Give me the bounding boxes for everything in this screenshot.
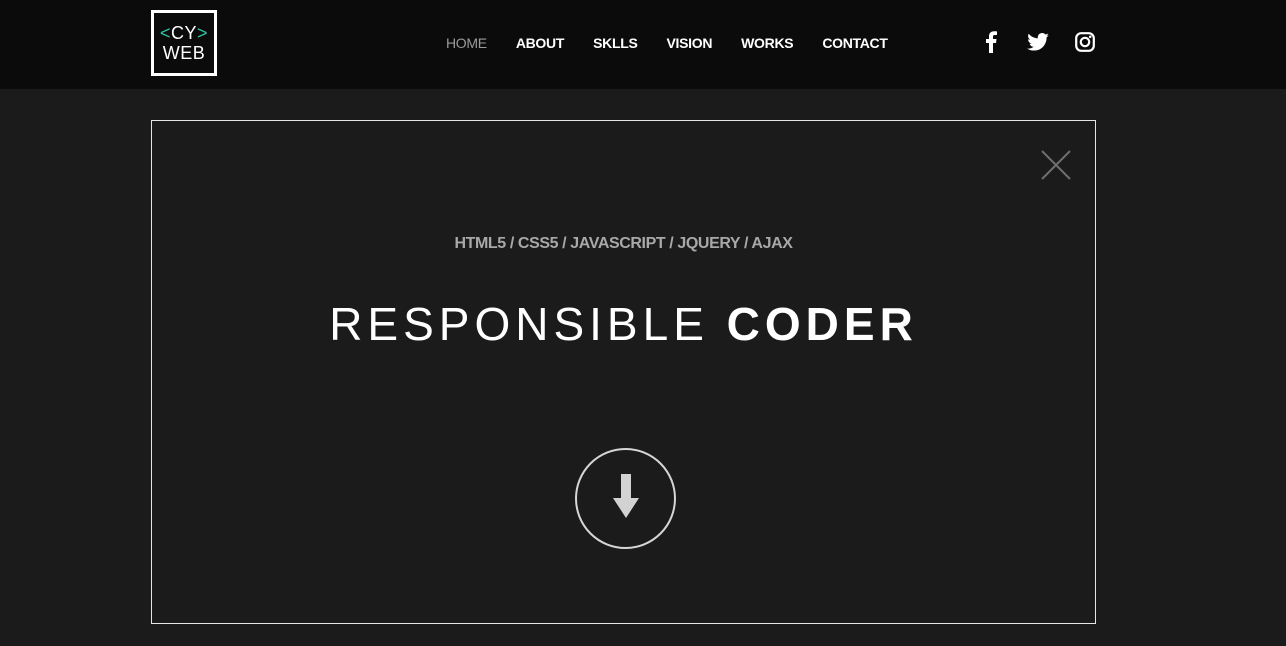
site-logo[interactable]: < CY > WEB: [151, 10, 217, 76]
close-icon[interactable]: [1040, 149, 1072, 181]
nav-item-vision[interactable]: VISION: [666, 33, 712, 53]
logo-top-line: < CY >: [160, 23, 208, 43]
logo-cy-text: CY: [170, 23, 197, 43]
headline-light-word: RESPONSIBLE: [329, 298, 709, 350]
nav-item-contact[interactable]: CONTACT: [822, 33, 888, 53]
nav-item-skills[interactable]: SKLLS: [593, 33, 638, 53]
twitter-icon[interactable]: [1026, 30, 1050, 54]
logo-web-text: WEB: [162, 43, 206, 63]
arrow-down-icon: [612, 472, 640, 525]
logo-close-bracket: >: [197, 23, 209, 43]
facebook-icon[interactable]: [980, 30, 1002, 54]
hero-headline: RESPONSIBLE CODER: [152, 297, 1095, 351]
top-navigation-bar: < CY > WEB HOME ABOUT SKLLS VISION WORKS…: [0, 0, 1286, 89]
skills-list: HTML5 / CSS5 / JAVASCRIPT / JQUERY / AJA…: [454, 235, 793, 252]
nav-item-works[interactable]: WORKS: [741, 33, 793, 53]
nav-item-about[interactable]: ABOUT: [516, 33, 565, 53]
logo-open-bracket: <: [159, 23, 171, 43]
social-links: [980, 29, 1096, 55]
scroll-down-button[interactable]: [575, 448, 676, 549]
headline-bold-word: CODER: [726, 298, 918, 350]
instagram-icon[interactable]: [1074, 31, 1096, 53]
hero-panel: HTML5 / CSS5 / JAVASCRIPT / JQUERY / AJA…: [151, 120, 1096, 624]
main-nav: HOME ABOUT SKLLS VISION WORKS CONTACT: [446, 33, 888, 53]
nav-item-home[interactable]: HOME: [446, 33, 487, 53]
